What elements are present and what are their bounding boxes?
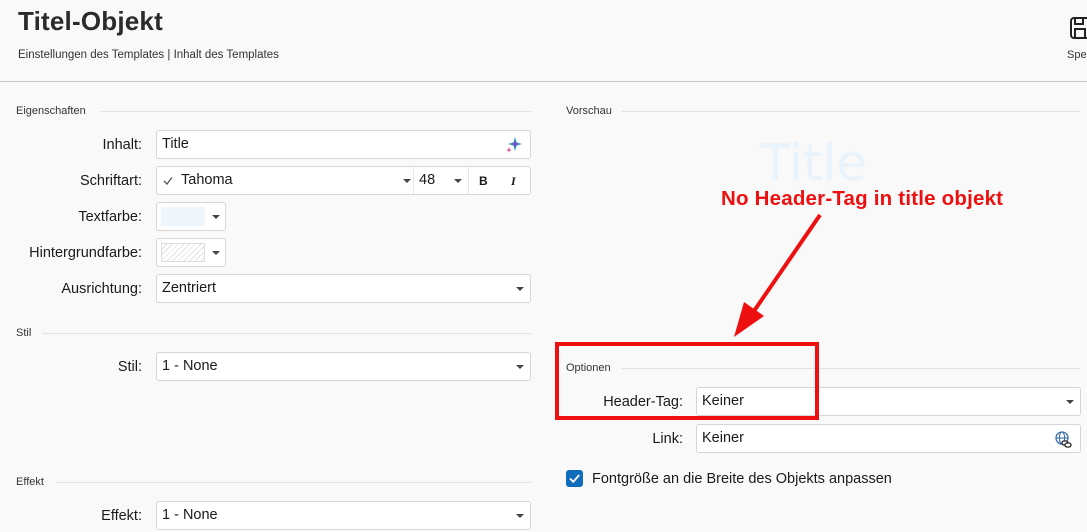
link-input[interactable]: Keiner (696, 424, 1081, 453)
font-toolbar: Tahoma 48 B I (156, 166, 531, 195)
section-title-effect: Effekt (16, 476, 44, 488)
chevron-down-icon (212, 251, 220, 255)
alignment-value: Zentriert (162, 280, 216, 296)
section-divider (622, 111, 1080, 112)
link-value: Keiner (702, 430, 744, 446)
font-family-chevron-down-icon[interactable] (403, 179, 411, 183)
text-color-swatch (161, 207, 205, 226)
section-divider (56, 482, 531, 483)
font-family-value: Tahoma (181, 172, 233, 188)
font-size-chevron-down-icon[interactable] (454, 179, 462, 183)
alignment-label: Ausrichtung: (61, 281, 142, 297)
globe-link-icon[interactable] (1055, 431, 1072, 448)
alignment-select[interactable]: Zentriert (156, 274, 531, 303)
font-size-value[interactable]: 48 (419, 172, 435, 188)
effect-value: 1 - None (162, 507, 218, 523)
content-input-value: Title (162, 136, 189, 152)
content-input[interactable]: Title (156, 130, 531, 159)
chevron-down-icon (516, 514, 524, 518)
save-icon (1070, 17, 1087, 39)
chevron-down-icon (516, 365, 524, 369)
bg-color-picker[interactable] (156, 238, 226, 267)
divider (468, 167, 469, 194)
link-label: Link: (652, 431, 683, 447)
checkmark-icon (569, 474, 580, 484)
divider (413, 167, 414, 194)
ai-sparkle-icon[interactable] (505, 136, 523, 154)
annotation-highlight-box (555, 342, 819, 420)
preview-text: Title (760, 134, 868, 192)
chevron-down-icon (1066, 400, 1074, 404)
checkmark-icon (163, 177, 173, 185)
save-button-label: Speichern (1067, 49, 1087, 61)
section-title-properties: Eigenschaften (16, 105, 86, 117)
style-label: Stil: (117, 359, 142, 375)
breadcrumb[interactable]: Einstellungen des Templates | Inhalt des… (18, 49, 279, 61)
transparent-swatch (161, 243, 205, 262)
save-button[interactable]: Speichern (1047, 14, 1087, 64)
content-label: Inhalt: (102, 137, 143, 153)
style-value: 1 - None (162, 358, 218, 374)
bg-color-label: Hintergrundfarbe: (29, 245, 142, 261)
effect-label: Effekt: (101, 508, 142, 524)
italic-button[interactable]: I (511, 174, 516, 189)
chevron-down-icon (212, 215, 220, 219)
style-select[interactable]: 1 - None (156, 352, 531, 381)
fit-font-label[interactable]: Fontgröße an die Breite des Objekts anpa… (592, 471, 892, 487)
header-divider (0, 81, 1087, 82)
fit-font-checkbox[interactable] (566, 470, 583, 487)
text-color-label: Textfarbe: (78, 209, 142, 225)
section-title-preview: Vorschau (566, 105, 612, 117)
bold-button[interactable]: B (479, 174, 488, 188)
section-title-style: Stil (16, 327, 32, 339)
section-divider (100, 111, 531, 112)
effect-select[interactable]: 1 - None (156, 501, 531, 530)
annotation-arrow-icon (734, 213, 822, 337)
page-title: Titel-Objekt (18, 6, 163, 36)
text-color-picker[interactable] (156, 202, 226, 231)
font-label: Schriftart: (79, 173, 142, 189)
chevron-down-icon (516, 287, 524, 291)
section-divider (42, 333, 531, 334)
